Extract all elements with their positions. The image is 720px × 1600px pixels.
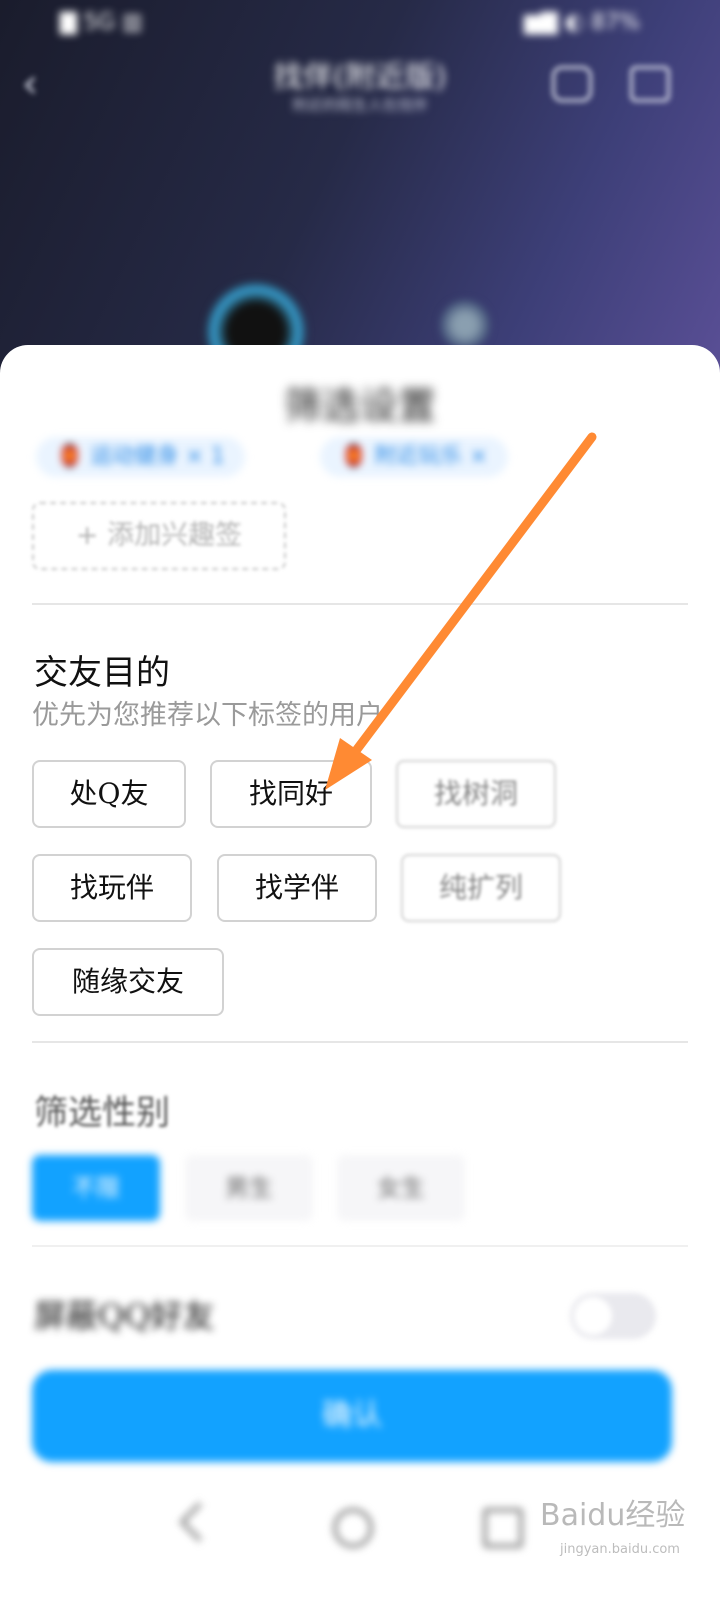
baidu-watermark: Baidu经验 [540, 1498, 686, 1533]
arrow-shaft [347, 432, 597, 761]
watermark-url: jingyan.baidu.com [560, 1542, 680, 1557]
annotation-arrow [325, 432, 597, 790]
